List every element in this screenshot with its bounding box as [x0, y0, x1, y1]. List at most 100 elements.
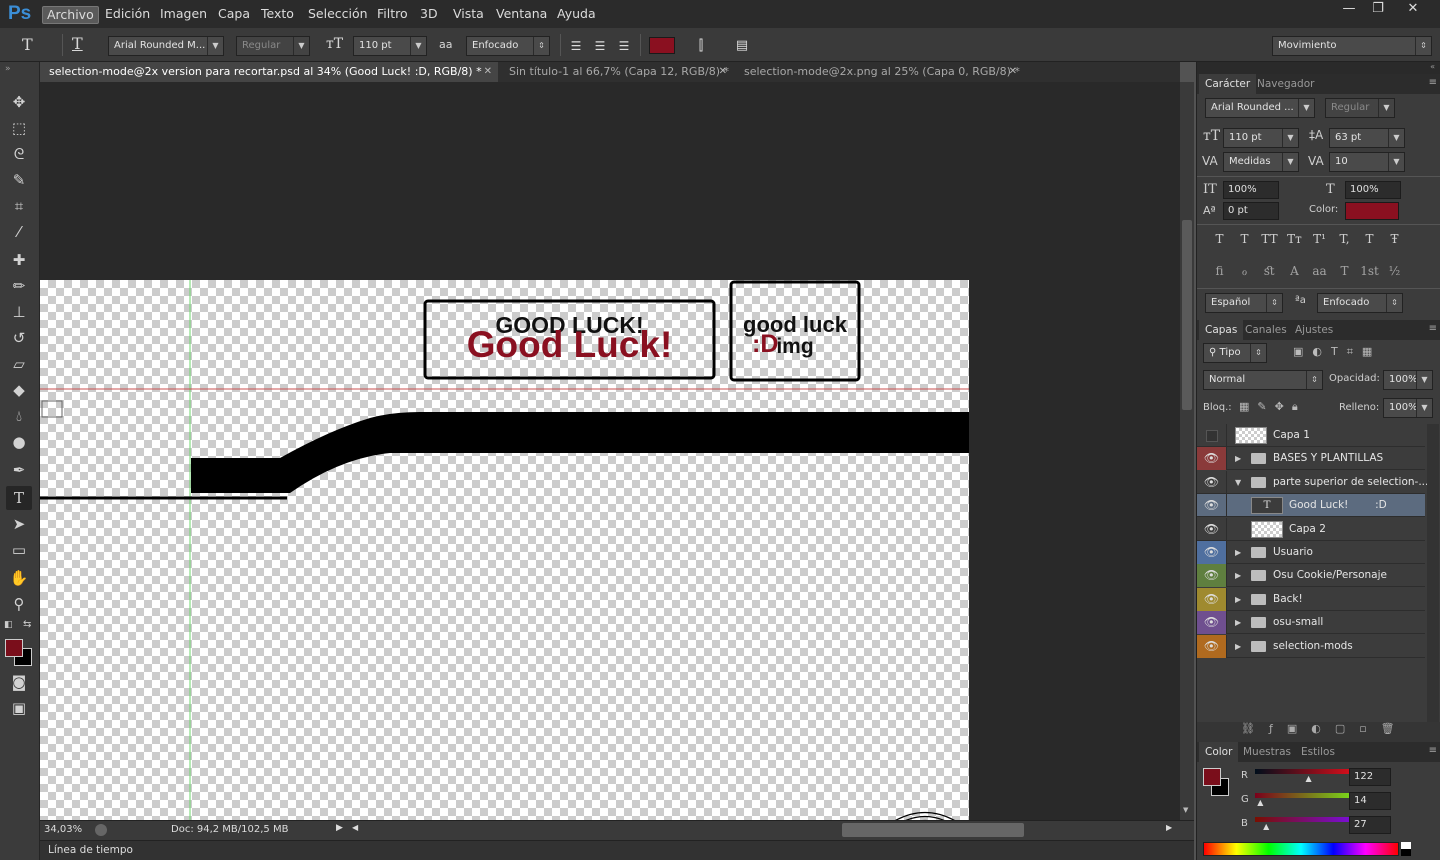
faux-style-button[interactable]: TT — [1257, 232, 1282, 246]
type-tool-preset-icon[interactable]: T — [22, 35, 33, 54]
healing-brush-tool-icon[interactable]: ✚ — [6, 248, 32, 272]
vertical-scroll-thumb[interactable] — [1182, 220, 1192, 410]
paint-bucket-tool-icon[interactable]: ◆ — [6, 378, 32, 402]
font-size-select[interactable]: 110 pt ▼ — [353, 36, 427, 56]
menu-imagen[interactable]: Imagen — [156, 6, 211, 24]
brush-tool-icon[interactable]: ✏ — [6, 274, 32, 298]
timeline-label[interactable]: Línea de tiempo — [48, 844, 133, 856]
menu-filtro[interactable]: Filtro — [373, 6, 412, 24]
black-swatch[interactable] — [1401, 849, 1411, 856]
red-slider-handle[interactable]: ▲ — [1306, 774, 1312, 783]
panel-menu-icon[interactable]: ≡ — [1429, 77, 1437, 88]
close-window-button[interactable]: ✕ — [1398, 0, 1428, 20]
visibility-eye-icon[interactable]: 👁︎ — [1197, 587, 1227, 611]
visibility-eye-icon[interactable]: 👁︎ — [1197, 470, 1227, 494]
opentype-button[interactable]: ﬁ — [1207, 264, 1232, 278]
pen-tool-icon[interactable]: ✒ — [6, 458, 32, 482]
warp-text-icon[interactable]: ⫿ — [690, 36, 712, 56]
char-leading-select[interactable]: 63 pt ▼ — [1329, 128, 1405, 148]
opentype-button[interactable]: T — [1332, 264, 1357, 278]
char-size-select[interactable]: 110 pt ▼ — [1223, 128, 1299, 148]
opentype-button[interactable]: ﬆ — [1257, 264, 1282, 278]
tab-caracter[interactable]: Carácter — [1199, 74, 1257, 94]
status-menu-arrow-icon[interactable]: ▶ — [336, 823, 343, 833]
char-font-family-select[interactable]: Arial Rounded ... ▼ — [1205, 98, 1315, 118]
green-slider-handle[interactable]: ▲ — [1257, 798, 1263, 807]
menu-texto[interactable]: Texto — [257, 6, 298, 24]
marquee-tool-icon[interactable]: ⬚ — [6, 116, 32, 140]
align-right-button[interactable]: ☰ — [613, 36, 635, 56]
canvas-area[interactable]: GOOD LUCK! Good Luck! good luck img :D — [40, 82, 1180, 820]
scroll-down-icon[interactable]: ▼ — [1183, 806, 1188, 814]
group-collapsed-icon[interactable]: ▶ — [1235, 564, 1241, 587]
group-collapsed-icon[interactable]: ▶ — [1235, 588, 1241, 611]
font-style-select[interactable]: Regular ▼ — [236, 36, 310, 56]
visibility-eye-icon[interactable]: 👁︎ — [1197, 447, 1227, 471]
layer-row[interactable]: 👁︎ ▶ osu-small — [1197, 611, 1425, 635]
path-selection-tool-icon[interactable]: ➤ — [6, 512, 32, 536]
visibility-eye-icon[interactable] — [1197, 424, 1227, 447]
visibility-eye-icon[interactable]: 👁︎ — [1197, 564, 1227, 588]
antialias-select[interactable]: Enfocado ⇕ — [466, 36, 550, 56]
lasso-tool-icon[interactable]: ᘓ — [6, 142, 32, 166]
opentype-button[interactable]: A — [1282, 264, 1307, 278]
opentype-button[interactable]: ℴ — [1232, 264, 1257, 278]
blue-slider-handle[interactable]: ▲ — [1263, 822, 1269, 831]
blur-tool-icon[interactable]: 💧︎ — [6, 404, 32, 428]
faux-style-button[interactable]: T — [1232, 232, 1257, 246]
quick-selection-tool-icon[interactable]: ✎ — [6, 168, 32, 192]
opacity-field[interactable]: 100% ▼ — [1383, 370, 1433, 390]
group-collapsed-icon[interactable]: ▶ — [1235, 447, 1241, 470]
faux-style-button[interactable]: T, — [1332, 232, 1357, 246]
quick-mask-icon[interactable]: ◙ — [6, 670, 32, 694]
menu-capa[interactable]: Capa — [214, 6, 254, 24]
green-value[interactable]: 14 — [1349, 792, 1391, 810]
visibility-eye-icon[interactable]: 👁︎ — [1197, 611, 1227, 635]
font-family-select[interactable]: Arial Rounded M... ▼ — [108, 36, 224, 56]
workspace-select[interactable]: Movimiento ⇕ — [1272, 36, 1432, 56]
character-panel-toggle-icon[interactable]: ▤ — [731, 36, 753, 56]
align-left-button[interactable]: ☰ — [565, 36, 587, 56]
faux-style-button[interactable]: Tт — [1282, 232, 1307, 246]
layer-row[interactable]: 👁︎ ▶ selection-mods — [1197, 634, 1425, 658]
horizontal-scroll-thumb[interactable] — [842, 823, 1024, 837]
vertical-scale-field[interactable]: 100% — [1223, 181, 1279, 199]
tab-estilos[interactable]: Estilos — [1295, 742, 1341, 762]
group-collapsed-icon[interactable]: ▶ — [1235, 541, 1241, 564]
close-tab-icon[interactable]: ✕ — [719, 62, 727, 82]
scroll-left-icon[interactable]: ◀ — [352, 823, 358, 832]
layer-row[interactable]: 👁︎ ▶ Back! — [1197, 587, 1425, 611]
scroll-right-icon[interactable]: ▶ — [1166, 823, 1172, 832]
document-tab[interactable]: selection-mode@2x.png al 25% (Capa 0, RG… — [735, 62, 1023, 82]
tab-navegador[interactable]: Navegador — [1251, 74, 1320, 94]
timeline-panel[interactable]: Línea de tiempo — [40, 840, 1194, 860]
foreground-color-swatch[interactable] — [5, 639, 23, 657]
baseline-shift-field[interactable]: 0 pt — [1223, 202, 1279, 220]
crop-tool-icon[interactable]: ⌗ — [6, 194, 32, 218]
panel-dock-collapse-icon[interactable]: « — [1197, 62, 1440, 74]
lock-icons[interactable]: ▦✎✥🔒︎ — [1239, 400, 1306, 414]
document-tab[interactable]: selection-mode@2x version para recortar.… — [40, 62, 498, 82]
language-select[interactable]: Español ⇕ — [1205, 293, 1283, 313]
default-colors-icon[interactable]: ◧ — [4, 620, 13, 630]
restore-button[interactable]: ❐ — [1363, 0, 1393, 20]
tab-capas[interactable]: Capas — [1199, 320, 1244, 340]
menu-seleccion[interactable]: Selección — [304, 6, 372, 24]
faux-style-button[interactable]: T — [1207, 232, 1232, 246]
minimize-button[interactable]: — — [1334, 0, 1364, 20]
close-tab-icon[interactable]: ✕ — [1009, 62, 1017, 82]
document-canvas[interactable]: GOOD LUCK! Good Luck! good luck img :D — [40, 280, 969, 820]
document-tab[interactable]: Sin título-1 al 66,7% (Capa 12, RGB/8) *… — [500, 62, 733, 82]
visibility-eye-icon[interactable]: 👁︎ — [1197, 634, 1227, 658]
layer-row[interactable]: 👁︎ ▶ Usuario — [1197, 541, 1425, 564]
menu-ventana[interactable]: Ventana — [492, 6, 551, 24]
layer-row[interactable]: 👁︎ T Good Luck! :D — [1197, 494, 1425, 518]
zoom-tool-icon[interactable]: ⚲ — [6, 592, 32, 616]
layer-row[interactable]: 👁︎ ▶ Osu Cookie/Personaje — [1197, 564, 1425, 588]
layer-filter-icons[interactable]: ▣◐T⌗▦ — [1293, 345, 1381, 359]
layers-panel-menu-icon[interactable]: ≡ — [1429, 323, 1437, 334]
blue-value[interactable]: 27 — [1349, 816, 1391, 834]
visibility-eye-icon[interactable]: 👁︎ — [1197, 517, 1227, 541]
menu-edicion[interactable]: Edición — [101, 6, 154, 24]
visibility-eye-icon[interactable]: 👁︎ — [1197, 494, 1227, 518]
